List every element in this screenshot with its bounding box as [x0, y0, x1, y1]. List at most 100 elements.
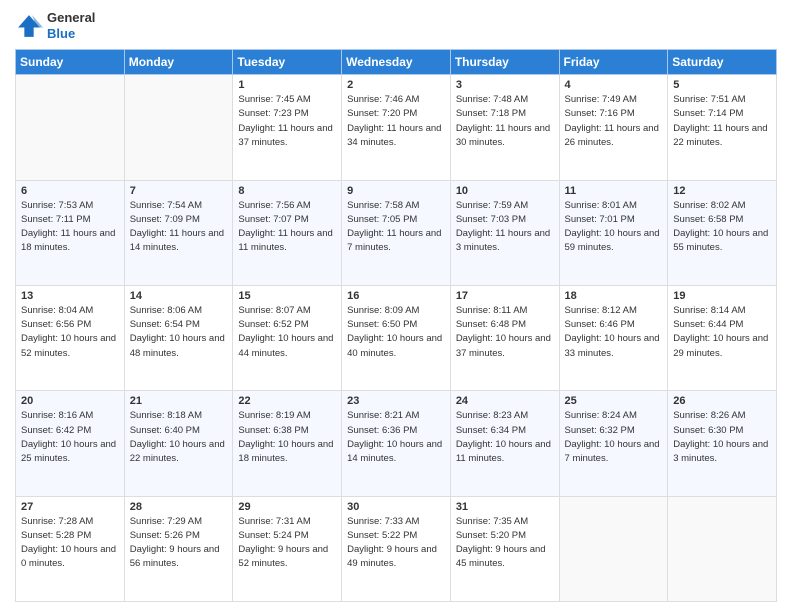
- sunrise: Sunrise: 7:28 AM: [21, 516, 93, 527]
- day-cell-28: 28 Sunrise: 7:29 AMSunset: 5:26 PMDayligh…: [124, 496, 233, 601]
- day-info: Sunrise: 8:02 AMSunset: 6:58 PMDaylight:…: [673, 199, 771, 256]
- day-info: Sunrise: 8:12 AMSunset: 6:46 PMDaylight:…: [565, 304, 663, 361]
- day-cell-20: 20Sunrise: 8:16 AMSunset: 6:42 PMDayligh…: [16, 391, 125, 496]
- day-info: Sunrise: 8:14 AMSunset: 6:44 PMDaylight:…: [673, 304, 771, 361]
- daylight: Daylight: 10 hours and 37 minutes.: [456, 333, 551, 358]
- day-info: Sunrise: 7:31 AMSunset: 5:24 PMDaylight:…: [238, 515, 336, 572]
- empty-cell: [124, 75, 233, 180]
- daylight: Daylight: 11 hours and 34 minutes.: [347, 123, 441, 148]
- sunset: Sunset: 6:42 PM: [21, 425, 91, 436]
- day-info: Sunrise: 7:46 AMSunset: 7:20 PMDaylight:…: [347, 93, 445, 150]
- day-info: Sunrise: 7:58 AMSunset: 7:05 PMDaylight:…: [347, 199, 445, 256]
- logo: General Blue: [15, 10, 95, 41]
- sunrise: Sunrise: 8:11 AM: [456, 305, 528, 316]
- day-cell-18: 18 Sunrise: 8:12 AMSunset: 6:46 PMDayligh…: [559, 285, 668, 390]
- page: General Blue SundayMondayTuesdayWednesda…: [0, 0, 792, 612]
- day-number: 31: [456, 501, 554, 513]
- header: General Blue: [15, 10, 777, 41]
- sunrise: Sunrise: 8:24 AM: [565, 410, 637, 421]
- sunrise: Sunrise: 7:56 AM: [238, 200, 310, 211]
- sunset: Sunset: 7:11 PM: [21, 214, 91, 225]
- sunrise: Sunrise: 8:09 AM: [347, 305, 419, 316]
- sunrise: Sunrise: 8:12 AM: [565, 305, 637, 316]
- weekday-saturday: Saturday: [668, 50, 777, 75]
- sunrise: Sunrise: 8:18 AM: [130, 410, 202, 421]
- day-number: 19: [673, 290, 771, 302]
- logo-blue: Blue: [47, 26, 75, 41]
- day-number: 28: [130, 501, 228, 513]
- day-cell-16: 16Sunrise: 8:09 AMSunset: 6:50 PMDayligh…: [342, 285, 451, 390]
- day-info: Sunrise: 8:11 AMSunset: 6:48 PMDaylight:…: [456, 304, 554, 361]
- day-cell-6: 6 Sunrise: 7:53 AMSunset: 7:11 PMDaylight…: [16, 180, 125, 285]
- daylight: Daylight: 11 hours and 22 minutes.: [673, 123, 767, 148]
- day-number: 2: [347, 79, 445, 91]
- daylight: Daylight: 11 hours and 18 minutes.: [21, 228, 115, 253]
- day-number: 20: [21, 395, 119, 407]
- day-number: 27: [21, 501, 119, 513]
- day-info: Sunrise: 7:33 AM Sunset: 5:22 PM Daylight:…: [347, 515, 445, 572]
- day-info: Sunrise: 7:56 AMSunset: 7:07 PMDaylight:…: [238, 199, 336, 256]
- day-number: 12: [673, 185, 771, 197]
- day-number: 6: [21, 185, 119, 197]
- day-number: 14: [130, 290, 228, 302]
- daylight: Daylight: 9 hours and 56 minutes.: [130, 544, 220, 569]
- sunset: Sunset: 7:05 PM: [347, 214, 417, 225]
- day-info: Sunrise: 7:29 AMSunset: 5:26 PMDaylight:…: [130, 515, 228, 572]
- day-number: 25: [565, 395, 663, 407]
- sunrise: Sunrise: 7:33 AM: [347, 516, 419, 527]
- sunset: Sunset: 6:40 PM: [130, 425, 200, 436]
- sunset: Sunset: 6:58 PM: [673, 214, 743, 225]
- day-info: Sunrise: 7:53 AMSunset: 7:11 PMDaylight:…: [21, 199, 119, 256]
- daylight: Daylight: 10 hours and 44 minutes.: [238, 333, 333, 358]
- day-number: 17: [456, 290, 554, 302]
- day-cell-12: 12 Sunrise: 8:02 AMSunset: 6:58 PMDayligh…: [668, 180, 777, 285]
- sunrise: Sunrise: 8:06 AM: [130, 305, 202, 316]
- empty-cell: [559, 496, 668, 601]
- sunset: Sunset: 5:22 PM: [347, 530, 417, 541]
- sunrise: Sunrise: 8:04 AM: [21, 305, 93, 316]
- sunset: Sunset: 5:28 PM: [21, 530, 91, 541]
- sunset: Sunset: 6:38 PM: [238, 425, 308, 436]
- sunset: Sunset: 5:20 PM: [456, 530, 526, 541]
- sunset: Sunset: 7:07 PM: [238, 214, 308, 225]
- sunrise: Sunrise: 7:58 AM: [347, 200, 419, 211]
- daylight: Daylight: 11 hours and 30 minutes.: [456, 123, 550, 148]
- week-row-1: 1Sunrise: 7:45 AMSunset: 7:23 PMDaylight…: [16, 75, 777, 180]
- day-cell-4: 4Sunrise: 7:49 AMSunset: 7:16 PMDaylight…: [559, 75, 668, 180]
- day-info: Sunrise: 7:49 AMSunset: 7:16 PMDaylight:…: [565, 93, 663, 150]
- day-number: 1: [238, 79, 336, 91]
- sunrise: Sunrise: 8:01 AM: [565, 200, 637, 211]
- sunset: Sunset: 6:36 PM: [347, 425, 417, 436]
- day-number: 16: [347, 290, 445, 302]
- daylight: Daylight: 10 hours and 22 minutes.: [130, 439, 225, 464]
- day-cell-26: 26Sunrise: 8:26 AMSunset: 6:30 PMDayligh…: [668, 391, 777, 496]
- weekday-sunday: Sunday: [16, 50, 125, 75]
- sunset: Sunset: 7:09 PM: [130, 214, 200, 225]
- day-number: 18: [565, 290, 663, 302]
- day-info: Sunrise: 8:06 AMSunset: 6:54 PMDaylight:…: [130, 304, 228, 361]
- sunset: Sunset: 7:18 PM: [456, 108, 526, 119]
- day-number: 23: [347, 395, 445, 407]
- day-cell-29: 29Sunrise: 7:31 AMSunset: 5:24 PMDayligh…: [233, 496, 342, 601]
- day-cell-17: 17 Sunrise: 8:11 AMSunset: 6:48 PMDayligh…: [450, 285, 559, 390]
- day-number: 9: [347, 185, 445, 197]
- daylight: Daylight: 9 hours and 52 minutes.: [238, 544, 328, 569]
- sunrise: Sunrise: 8:23 AM: [456, 410, 528, 421]
- sunrise: Sunrise: 7:31 AM: [238, 516, 310, 527]
- sunrise: Sunrise: 7:29 AM: [130, 516, 202, 527]
- day-cell-10: 10 Sunrise: 7:59 AMSunset: 7:03 PMDayligh…: [450, 180, 559, 285]
- day-info: Sunrise: 8:23 AMSunset: 6:34 PMDaylight:…: [456, 409, 554, 466]
- day-cell-7: 7Sunrise: 7:54 AMSunset: 7:09 PMDaylight…: [124, 180, 233, 285]
- sunrise: Sunrise: 7:45 AM: [238, 94, 310, 105]
- day-cell-27: 27Sunrise: 7:28 AMSunset: 5:28 PMDayligh…: [16, 496, 125, 601]
- day-cell-25: 25Sunrise: 8:24 AMSunset: 6:32 PMDayligh…: [559, 391, 668, 496]
- day-info: Sunrise: 8:19 AMSunset: 6:38 PMDaylight:…: [238, 409, 336, 466]
- week-row-4: 20Sunrise: 8:16 AMSunset: 6:42 PMDayligh…: [16, 391, 777, 496]
- logo-text: General Blue: [47, 10, 95, 41]
- sunrise: Sunrise: 8:21 AM: [347, 410, 419, 421]
- day-number: 7: [130, 185, 228, 197]
- day-info: Sunrise: 7:59 AMSunset: 7:03 PMDaylight:…: [456, 199, 554, 256]
- sunset: Sunset: 6:44 PM: [673, 319, 743, 330]
- day-number: 10: [456, 185, 554, 197]
- daylight: Daylight: 9 hours and 49 minutes.: [347, 544, 437, 569]
